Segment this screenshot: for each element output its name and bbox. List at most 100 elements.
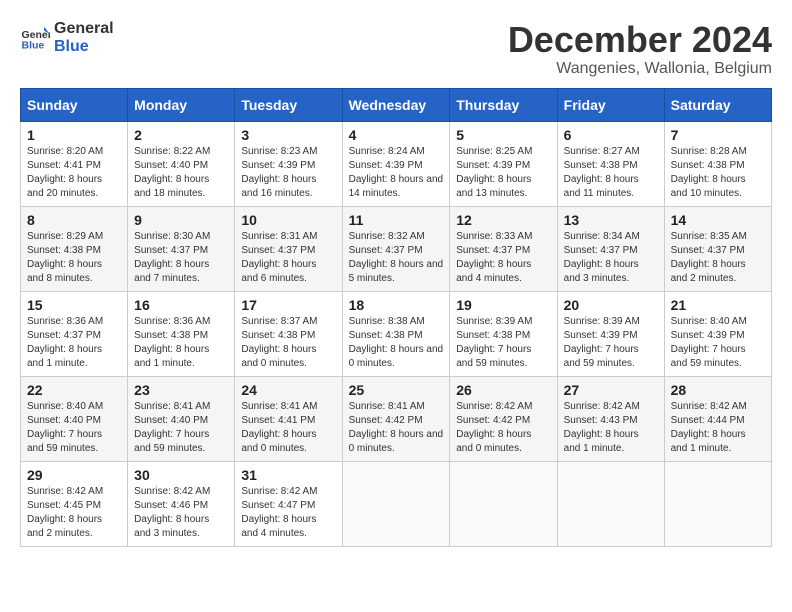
calendar-cell: 4 Sunrise: 8:24 AM Sunset: 4:39 PM Dayli… — [342, 121, 450, 206]
calendar-cell: 6 Sunrise: 8:27 AM Sunset: 4:38 PM Dayli… — [557, 121, 664, 206]
day-info: Sunrise: 8:39 AM Sunset: 4:38 PM Dayligh… — [456, 315, 550, 371]
day-info: Sunrise: 8:22 AM Sunset: 4:40 PM Dayligh… — [134, 145, 228, 201]
day-info: Sunrise: 8:37 AM Sunset: 4:38 PM Dayligh… — [241, 315, 335, 371]
day-info: Sunrise: 8:35 AM Sunset: 4:37 PM Dayligh… — [671, 230, 765, 286]
calendar-cell: 7 Sunrise: 8:28 AM Sunset: 4:38 PM Dayli… — [664, 121, 771, 206]
calendar-cell: 20 Sunrise: 8:39 AM Sunset: 4:39 PM Dayl… — [557, 291, 664, 376]
day-number: 15 — [27, 297, 121, 313]
day-info: Sunrise: 8:30 AM Sunset: 4:37 PM Dayligh… — [134, 230, 228, 286]
svg-text:Blue: Blue — [22, 39, 45, 51]
calendar-cell: 9 Sunrise: 8:30 AM Sunset: 4:37 PM Dayli… — [128, 206, 235, 291]
weekday-header-sunday: Sunday — [21, 88, 128, 121]
day-number: 30 — [134, 467, 228, 483]
day-number: 12 — [456, 212, 550, 228]
calendar-week-3: 15 Sunrise: 8:36 AM Sunset: 4:37 PM Dayl… — [21, 291, 772, 376]
day-number: 25 — [349, 382, 444, 398]
calendar-cell: 24 Sunrise: 8:41 AM Sunset: 4:41 PM Dayl… — [235, 376, 342, 461]
day-number: 22 — [27, 382, 121, 398]
logo-general: General — [54, 20, 114, 38]
day-number: 7 — [671, 127, 765, 143]
day-info: Sunrise: 8:40 AM Sunset: 4:40 PM Dayligh… — [27, 400, 121, 456]
title-block: December 2024 Wangenies, Wallonia, Belgi… — [508, 20, 772, 78]
calendar-cell — [342, 461, 450, 546]
logo-blue: Blue — [54, 38, 114, 56]
day-info: Sunrise: 8:28 AM Sunset: 4:38 PM Dayligh… — [671, 145, 765, 201]
day-number: 20 — [564, 297, 658, 313]
calendar-cell: 18 Sunrise: 8:38 AM Sunset: 4:38 PM Dayl… — [342, 291, 450, 376]
day-number: 17 — [241, 297, 335, 313]
calendar-cell — [450, 461, 557, 546]
calendar-cell: 21 Sunrise: 8:40 AM Sunset: 4:39 PM Dayl… — [664, 291, 771, 376]
calendar-cell: 15 Sunrise: 8:36 AM Sunset: 4:37 PM Dayl… — [21, 291, 128, 376]
day-number: 23 — [134, 382, 228, 398]
day-number: 3 — [241, 127, 335, 143]
day-info: Sunrise: 8:24 AM Sunset: 4:39 PM Dayligh… — [349, 145, 444, 201]
day-info: Sunrise: 8:42 AM Sunset: 4:44 PM Dayligh… — [671, 400, 765, 456]
day-info: Sunrise: 8:36 AM Sunset: 4:38 PM Dayligh… — [134, 315, 228, 371]
calendar-cell: 31 Sunrise: 8:42 AM Sunset: 4:47 PM Dayl… — [235, 461, 342, 546]
day-info: Sunrise: 8:27 AM Sunset: 4:38 PM Dayligh… — [564, 145, 658, 201]
calendar-cell: 22 Sunrise: 8:40 AM Sunset: 4:40 PM Dayl… — [21, 376, 128, 461]
day-number: 4 — [349, 127, 444, 143]
calendar-cell: 3 Sunrise: 8:23 AM Sunset: 4:39 PM Dayli… — [235, 121, 342, 206]
day-info: Sunrise: 8:25 AM Sunset: 4:39 PM Dayligh… — [456, 145, 550, 201]
day-info: Sunrise: 8:33 AM Sunset: 4:37 PM Dayligh… — [456, 230, 550, 286]
day-info: Sunrise: 8:42 AM Sunset: 4:45 PM Dayligh… — [27, 485, 121, 541]
calendar-week-1: 1 Sunrise: 8:20 AM Sunset: 4:41 PM Dayli… — [21, 121, 772, 206]
calendar-cell: 13 Sunrise: 8:34 AM Sunset: 4:37 PM Dayl… — [557, 206, 664, 291]
calendar-cell — [557, 461, 664, 546]
day-number: 18 — [349, 297, 444, 313]
day-info: Sunrise: 8:32 AM Sunset: 4:37 PM Dayligh… — [349, 230, 444, 286]
day-number: 11 — [349, 212, 444, 228]
day-number: 24 — [241, 382, 335, 398]
day-number: 19 — [456, 297, 550, 313]
day-info: Sunrise: 8:31 AM Sunset: 4:37 PM Dayligh… — [241, 230, 335, 286]
calendar-cell: 23 Sunrise: 8:41 AM Sunset: 4:40 PM Dayl… — [128, 376, 235, 461]
day-info: Sunrise: 8:23 AM Sunset: 4:39 PM Dayligh… — [241, 145, 335, 201]
day-number: 31 — [241, 467, 335, 483]
calendar-cell: 1 Sunrise: 8:20 AM Sunset: 4:41 PM Dayli… — [21, 121, 128, 206]
calendar-cell: 8 Sunrise: 8:29 AM Sunset: 4:38 PM Dayli… — [21, 206, 128, 291]
calendar-cell: 14 Sunrise: 8:35 AM Sunset: 4:37 PM Dayl… — [664, 206, 771, 291]
day-info: Sunrise: 8:41 AM Sunset: 4:40 PM Dayligh… — [134, 400, 228, 456]
calendar-cell: 19 Sunrise: 8:39 AM Sunset: 4:38 PM Dayl… — [450, 291, 557, 376]
day-number: 27 — [564, 382, 658, 398]
calendar-cell: 11 Sunrise: 8:32 AM Sunset: 4:37 PM Dayl… — [342, 206, 450, 291]
day-info: Sunrise: 8:41 AM Sunset: 4:42 PM Dayligh… — [349, 400, 444, 456]
page-header: General Blue General Blue December 2024 … — [20, 20, 772, 78]
day-info: Sunrise: 8:34 AM Sunset: 4:37 PM Dayligh… — [564, 230, 658, 286]
weekday-header-wednesday: Wednesday — [342, 88, 450, 121]
day-number: 14 — [671, 212, 765, 228]
day-number: 6 — [564, 127, 658, 143]
calendar-cell: 26 Sunrise: 8:42 AM Sunset: 4:42 PM Dayl… — [450, 376, 557, 461]
day-number: 28 — [671, 382, 765, 398]
day-number: 16 — [134, 297, 228, 313]
day-info: Sunrise: 8:42 AM Sunset: 4:43 PM Dayligh… — [564, 400, 658, 456]
calendar-cell: 5 Sunrise: 8:25 AM Sunset: 4:39 PM Dayli… — [450, 121, 557, 206]
calendar-cell: 12 Sunrise: 8:33 AM Sunset: 4:37 PM Dayl… — [450, 206, 557, 291]
day-number: 1 — [27, 127, 121, 143]
calendar-cell: 29 Sunrise: 8:42 AM Sunset: 4:45 PM Dayl… — [21, 461, 128, 546]
location-title: Wangenies, Wallonia, Belgium — [508, 60, 772, 78]
calendar-cell: 16 Sunrise: 8:36 AM Sunset: 4:38 PM Dayl… — [128, 291, 235, 376]
day-info: Sunrise: 8:41 AM Sunset: 4:41 PM Dayligh… — [241, 400, 335, 456]
calendar-header-row: SundayMondayTuesdayWednesdayThursdayFrid… — [21, 88, 772, 121]
day-number: 13 — [564, 212, 658, 228]
calendar-cell: 28 Sunrise: 8:42 AM Sunset: 4:44 PM Dayl… — [664, 376, 771, 461]
weekday-header-tuesday: Tuesday — [235, 88, 342, 121]
weekday-header-monday: Monday — [128, 88, 235, 121]
calendar-cell: 25 Sunrise: 8:41 AM Sunset: 4:42 PM Dayl… — [342, 376, 450, 461]
day-number: 8 — [27, 212, 121, 228]
calendar-week-2: 8 Sunrise: 8:29 AM Sunset: 4:38 PM Dayli… — [21, 206, 772, 291]
day-number: 5 — [456, 127, 550, 143]
calendar-cell: 2 Sunrise: 8:22 AM Sunset: 4:40 PM Dayli… — [128, 121, 235, 206]
day-info: Sunrise: 8:42 AM Sunset: 4:42 PM Dayligh… — [456, 400, 550, 456]
day-info: Sunrise: 8:38 AM Sunset: 4:38 PM Dayligh… — [349, 315, 444, 371]
day-info: Sunrise: 8:36 AM Sunset: 4:37 PM Dayligh… — [27, 315, 121, 371]
day-info: Sunrise: 8:42 AM Sunset: 4:46 PM Dayligh… — [134, 485, 228, 541]
calendar-cell: 17 Sunrise: 8:37 AM Sunset: 4:38 PM Dayl… — [235, 291, 342, 376]
day-info: Sunrise: 8:20 AM Sunset: 4:41 PM Dayligh… — [27, 145, 121, 201]
day-info: Sunrise: 8:29 AM Sunset: 4:38 PM Dayligh… — [27, 230, 121, 286]
day-info: Sunrise: 8:40 AM Sunset: 4:39 PM Dayligh… — [671, 315, 765, 371]
day-number: 10 — [241, 212, 335, 228]
